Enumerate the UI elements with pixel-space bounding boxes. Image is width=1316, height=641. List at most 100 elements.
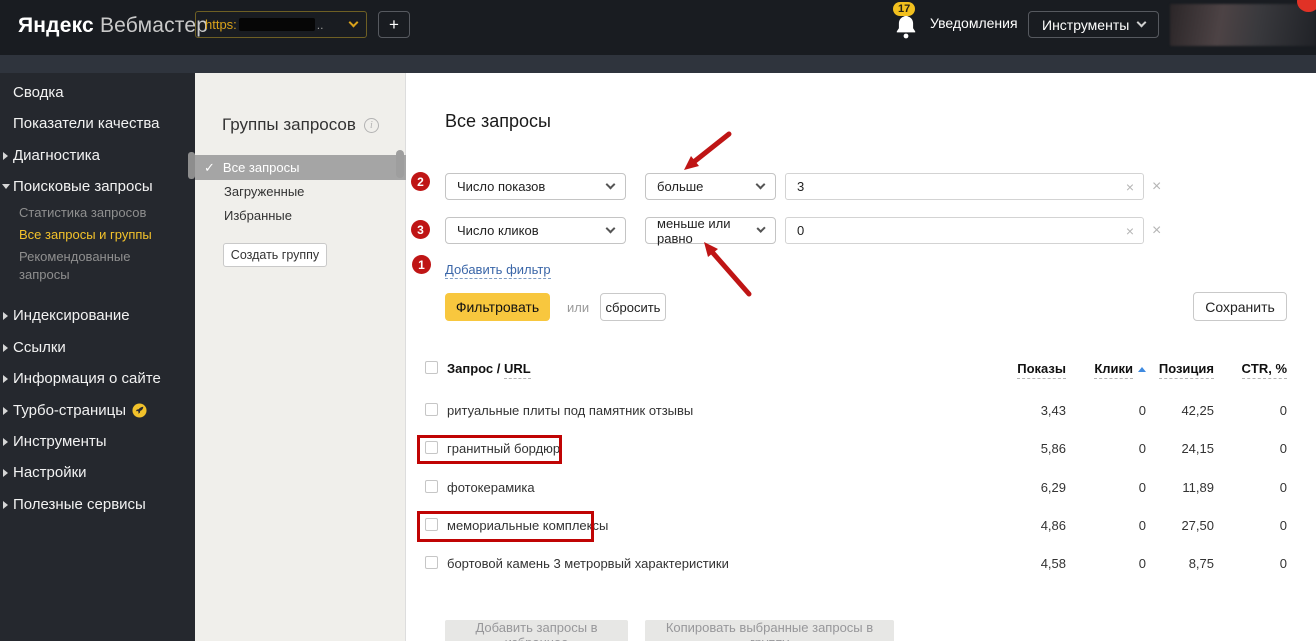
filter1-value-input[interactable]: 3 × <box>785 173 1144 200</box>
chevron-expanded-icon <box>2 184 10 189</box>
sidebar-item-summary[interactable]: Сводка <box>13 84 64 101</box>
filter2-field-select[interactable]: Число кликов <box>445 217 626 244</box>
notifications-bell[interactable]: 17 <box>893 2 919 41</box>
column-header-position: Позиция <box>1132 361 1214 379</box>
apply-filter-button[interactable]: Фильтровать <box>445 293 550 321</box>
save-button[interactable]: Сохранить <box>1193 292 1287 321</box>
account-area-redacted[interactable] <box>1170 4 1316 46</box>
query-cell[interactable]: ритуальные плиты под памятник отзывы <box>447 403 693 418</box>
sidebar-item-useful-services[interactable]: Полезные сервисы <box>13 496 146 513</box>
filter2-field-value: Число кликов <box>457 223 539 238</box>
table-row: мемориальные комплексы 4,86 0 27,50 0 <box>406 509 1316 547</box>
or-label: или <box>567 300 590 315</box>
sidebar-item-settings[interactable]: Настройки <box>13 464 87 481</box>
sidebar-subitem-query-stats[interactable]: Статистика запросов <box>19 204 171 222</box>
sidebar-scrollbar-thumb[interactable] <box>188 152 195 179</box>
filter2-operator-select[interactable]: меньше или равно <box>645 216 776 246</box>
group-item-favorites[interactable]: Избранные <box>224 208 292 223</box>
tools-label: Инструменты <box>1042 16 1130 33</box>
header-sub-strip <box>0 55 1316 73</box>
create-group-button[interactable]: Создать группу <box>223 243 327 267</box>
query-cell[interactable]: гранитный бордюр <box>447 441 560 456</box>
sidebar-item-tools[interactable]: Инструменты <box>13 433 107 450</box>
sidebar-item-search-queries[interactable]: Поисковые запросы <box>13 178 153 195</box>
top-bar: Яндекс Вебмастер https: .. + 17 Уведомле… <box>0 0 1316 55</box>
filter2-value-text: 0 <box>797 223 805 238</box>
remove-filter2-icon[interactable]: × <box>1152 222 1161 240</box>
add-to-favorites-button[interactable]: Добавить запросы в избранное <box>445 620 628 641</box>
query-groups-panel: Группы запросов i ✓ Все запросы Загруженн… <box>195 73 406 641</box>
filter2-value-input[interactable]: 0 × <box>785 217 1144 244</box>
logo-brand: Яндекс <box>18 14 94 37</box>
row-checkbox[interactable] <box>425 403 438 416</box>
row-checkbox[interactable] <box>425 556 438 569</box>
table-row: гранитный бордюр 5,86 0 24,15 0 <box>406 432 1316 470</box>
groups-panel-scrollbar-thumb[interactable] <box>396 150 404 178</box>
sidebar-item-quality[interactable]: Показатели качества <box>13 115 160 132</box>
position-sort[interactable]: Позиция <box>1158 361 1214 379</box>
row-checkbox[interactable] <box>425 480 438 493</box>
query-cell[interactable]: мемориальные комплексы <box>447 518 608 533</box>
chevron-down-icon <box>348 17 359 28</box>
chevron-right-icon <box>3 469 8 477</box>
chevron-down-icon <box>755 179 766 190</box>
copy-to-group-button[interactable]: Копировать выбранные запросы в группу <box>645 620 894 641</box>
table-row: фотокерамика 6,29 0 11,89 0 <box>406 471 1316 509</box>
sidebar-item-indexing[interactable]: Индексирование <box>13 307 130 324</box>
clicks-cell: 0 <box>1138 403 1146 418</box>
row-checkbox[interactable] <box>425 441 438 454</box>
sidebar-item-links[interactable]: Ссылки <box>13 339 66 356</box>
info-icon[interactable]: i <box>363 118 379 133</box>
clicks-sort[interactable]: Клики <box>1094 361 1133 379</box>
query-cell[interactable]: фотокерамика <box>447 480 535 495</box>
add-site-button[interactable]: + <box>378 11 410 38</box>
filter1-field-select[interactable]: Число показов <box>445 173 626 200</box>
bell-icon <box>896 14 916 39</box>
site-selector-dropdown[interactable]: https: .. <box>195 11 367 38</box>
select-all-checkbox[interactable] <box>425 361 438 374</box>
add-filter-link[interactable]: Добавить фильтр <box>445 262 551 279</box>
chevron-right-icon <box>3 312 8 320</box>
ctr-sort[interactable]: CTR, % <box>1241 361 1287 379</box>
ctr-cell: 0 <box>1279 556 1287 571</box>
filter1-operator-select[interactable]: больше <box>645 173 776 200</box>
column-header-ctr: CTR, % <box>1207 361 1287 379</box>
chevron-down-icon <box>605 179 616 190</box>
sidebar-subitem-recommended-queries[interactable]: Рекомендованные запросы <box>19 248 171 284</box>
position-cell: 27,50 <box>1181 518 1214 533</box>
ctr-cell: 0 <box>1279 441 1287 456</box>
query-header-text: Запрос / <box>447 361 505 376</box>
sidebar-item-turbo-pages[interactable]: Турбо-страницы <box>13 402 147 422</box>
row-checkbox[interactable] <box>425 518 438 531</box>
clicks-cell: 0 <box>1138 480 1146 495</box>
chevron-down-icon <box>605 223 616 234</box>
sidebar-item-diagnostics[interactable]: Диагностика <box>13 147 100 164</box>
check-icon: ✓ <box>204 159 215 175</box>
sidebar-item-site-info[interactable]: Информация о сайте <box>13 370 161 387</box>
notifications-label: Уведомления <box>930 15 1018 31</box>
clicks-cell: 0 <box>1138 556 1146 571</box>
groups-panel-title: Группы запросов i <box>222 115 379 135</box>
chevron-right-icon <box>3 375 8 383</box>
remove-filter1-icon[interactable]: × <box>1152 178 1161 196</box>
table-header: Запрос / URL Показы Клики Позиция CTR, % <box>406 361 1316 381</box>
group-selected-label: Все запросы <box>222 160 300 175</box>
rocket-icon <box>132 403 147 422</box>
group-item-loaded[interactable]: Загруженные <box>224 184 304 199</box>
tools-dropdown-button[interactable]: Инструменты <box>1028 11 1160 38</box>
sidebar-subitem-all-queries-groups[interactable]: Все запросы и группы <box>19 226 171 244</box>
query-cell[interactable]: бортовой камень 3 метрорвый характеристи… <box>447 556 729 571</box>
table-row: ритуальные плиты под памятник отзывы 3,4… <box>406 394 1316 432</box>
clear-input-icon[interactable]: × <box>1126 179 1134 195</box>
table-row: бортовой камень 3 метрорвый характеристи… <box>406 547 1316 585</box>
notifications-count-badge: 17 <box>893 2 916 16</box>
site-url-ellipsis: .. <box>316 17 324 32</box>
reset-filter-button[interactable]: сбросить <box>600 293 666 321</box>
main-sidebar: Сводка Показатели качества Диагностика П… <box>0 73 195 641</box>
clear-input-icon[interactable]: × <box>1126 223 1134 239</box>
group-item-all-queries[interactable]: ✓ Все запросы <box>195 155 406 180</box>
yandex-webmaster-logo[interactable]: Яндекс Вебмастер <box>18 14 208 38</box>
chevron-right-icon <box>3 501 8 509</box>
url-toggle[interactable]: URL <box>504 361 531 379</box>
position-cell: 8,75 <box>1188 556 1214 571</box>
